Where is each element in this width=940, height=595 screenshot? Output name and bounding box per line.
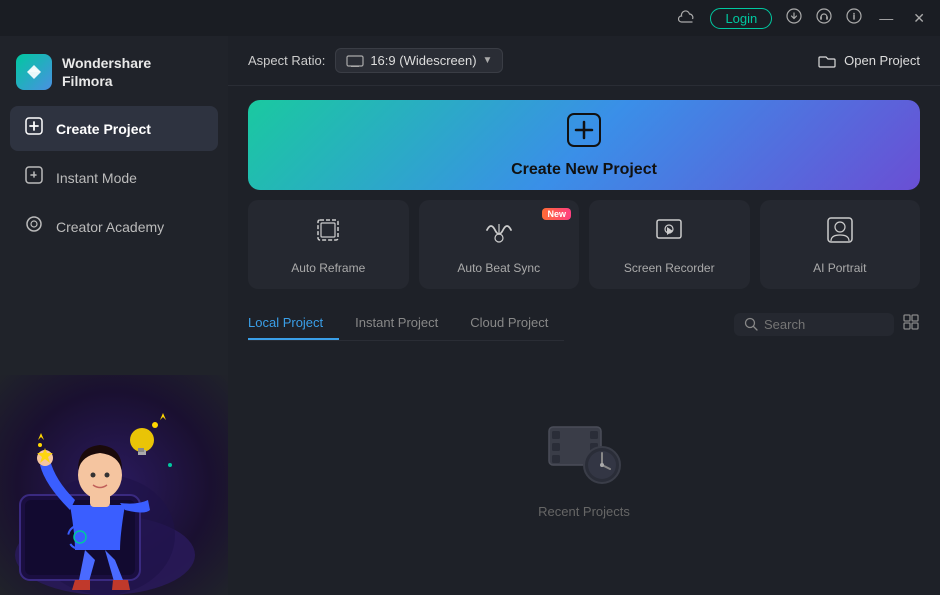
screen-recorder-card[interactable]: Screen Recorder — [589, 200, 750, 289]
sidebar-illustration — [0, 375, 228, 595]
folder-icon — [818, 53, 836, 69]
sidebar: Wondershare Filmora Create Project — [0, 36, 228, 595]
project-section: Local Project Instant Project Cloud Proj… — [228, 303, 940, 595]
feature-cards: Auto Reframe New Auto Beat Sync — [228, 200, 940, 289]
illustration-background — [0, 375, 228, 595]
cloud-icon[interactable] — [678, 9, 696, 27]
aspect-ratio-dropdown[interactable]: 16:9 (Widescreen) ▼ — [335, 48, 503, 73]
creator-academy-icon — [24, 214, 44, 239]
titlebar-actions: Login — ✕ — [678, 8, 928, 29]
ai-portrait-card[interactable]: AI Portrait — [760, 200, 921, 289]
auto-reframe-icon — [312, 214, 344, 253]
sidebar-item-label: Creator Academy — [56, 219, 164, 235]
search-input[interactable] — [764, 317, 884, 332]
instant-mode-icon — [24, 165, 44, 190]
open-project-button[interactable]: Open Project — [818, 53, 920, 69]
download-icon[interactable] — [786, 8, 802, 28]
auto-beat-sync-label: Auto Beat Sync — [457, 261, 540, 275]
content-area: Aspect Ratio: 16:9 (Widescreen) ▼ Open P… — [228, 36, 940, 595]
search-icon — [744, 317, 758, 331]
minimize-button[interactable]: — — [876, 10, 896, 26]
auto-beat-sync-card[interactable]: New Auto Beat Sync — [419, 200, 580, 289]
recent-projects-icon — [544, 417, 624, 487]
tab-instant-project[interactable]: Instant Project — [339, 307, 454, 340]
create-new-project-banner[interactable]: Create New Project — [248, 100, 920, 190]
tab-cloud-project[interactable]: Cloud Project — [454, 307, 564, 340]
aspect-value: 16:9 (Widescreen) — [370, 53, 476, 68]
login-button[interactable]: Login — [710, 8, 772, 29]
create-project-icon — [566, 112, 602, 155]
sidebar-item-label: Instant Mode — [56, 170, 137, 186]
ai-portrait-label: AI Portrait — [813, 261, 866, 275]
grid-view-icon[interactable] — [902, 313, 920, 336]
dropdown-chevron-icon: ▼ — [483, 55, 493, 66]
create-project-label: Create New Project — [511, 161, 657, 179]
open-project-label: Open Project — [844, 53, 920, 68]
aspect-ratio-label: Aspect Ratio: — [248, 53, 325, 68]
app-name: Wondershare Filmora — [62, 54, 151, 90]
create-project-icon — [24, 116, 44, 141]
auto-reframe-label: Auto Reframe — [291, 261, 365, 275]
sidebar-item-instant-mode[interactable]: Instant Mode — [10, 155, 218, 200]
app-logo — [16, 54, 52, 90]
auto-beat-sync-icon — [483, 214, 515, 253]
search-input-wrap — [734, 313, 894, 336]
screen-recorder-icon — [653, 214, 685, 253]
ai-portrait-icon — [824, 214, 856, 253]
content-header: Aspect Ratio: 16:9 (Widescreen) ▼ Open P… — [228, 36, 940, 86]
project-tabs: Local Project Instant Project Cloud Proj… — [248, 307, 564, 341]
tabs-row: Local Project Instant Project Cloud Proj… — [248, 303, 920, 341]
new-badge: New — [542, 208, 571, 220]
close-button[interactable]: ✕ — [910, 10, 928, 27]
screen-icon — [346, 55, 364, 67]
film-icon-wrap — [544, 417, 624, 492]
aspect-ratio-area: Aspect Ratio: 16:9 (Widescreen) ▼ — [248, 48, 503, 73]
info-icon[interactable] — [846, 8, 862, 28]
headphone-icon[interactable] — [816, 8, 832, 28]
auto-reframe-card[interactable]: Auto Reframe — [248, 200, 409, 289]
sidebar-nav: Create Project Instant Mode — [0, 106, 228, 249]
titlebar: Login — ✕ — [0, 0, 940, 36]
screen-recorder-label: Screen Recorder — [624, 261, 715, 275]
tab-local-project[interactable]: Local Project — [248, 307, 339, 340]
recent-projects-label: Recent Projects — [538, 504, 630, 519]
logo-area: Wondershare Filmora — [0, 44, 228, 106]
main-layout: Wondershare Filmora Create Project — [0, 36, 940, 595]
sidebar-item-label: Create Project — [56, 121, 151, 137]
search-area — [734, 313, 920, 336]
empty-state: Recent Projects — [248, 341, 920, 595]
sidebar-item-creator-academy[interactable]: Creator Academy — [10, 204, 218, 249]
sidebar-item-create-project[interactable]: Create Project — [10, 106, 218, 151]
